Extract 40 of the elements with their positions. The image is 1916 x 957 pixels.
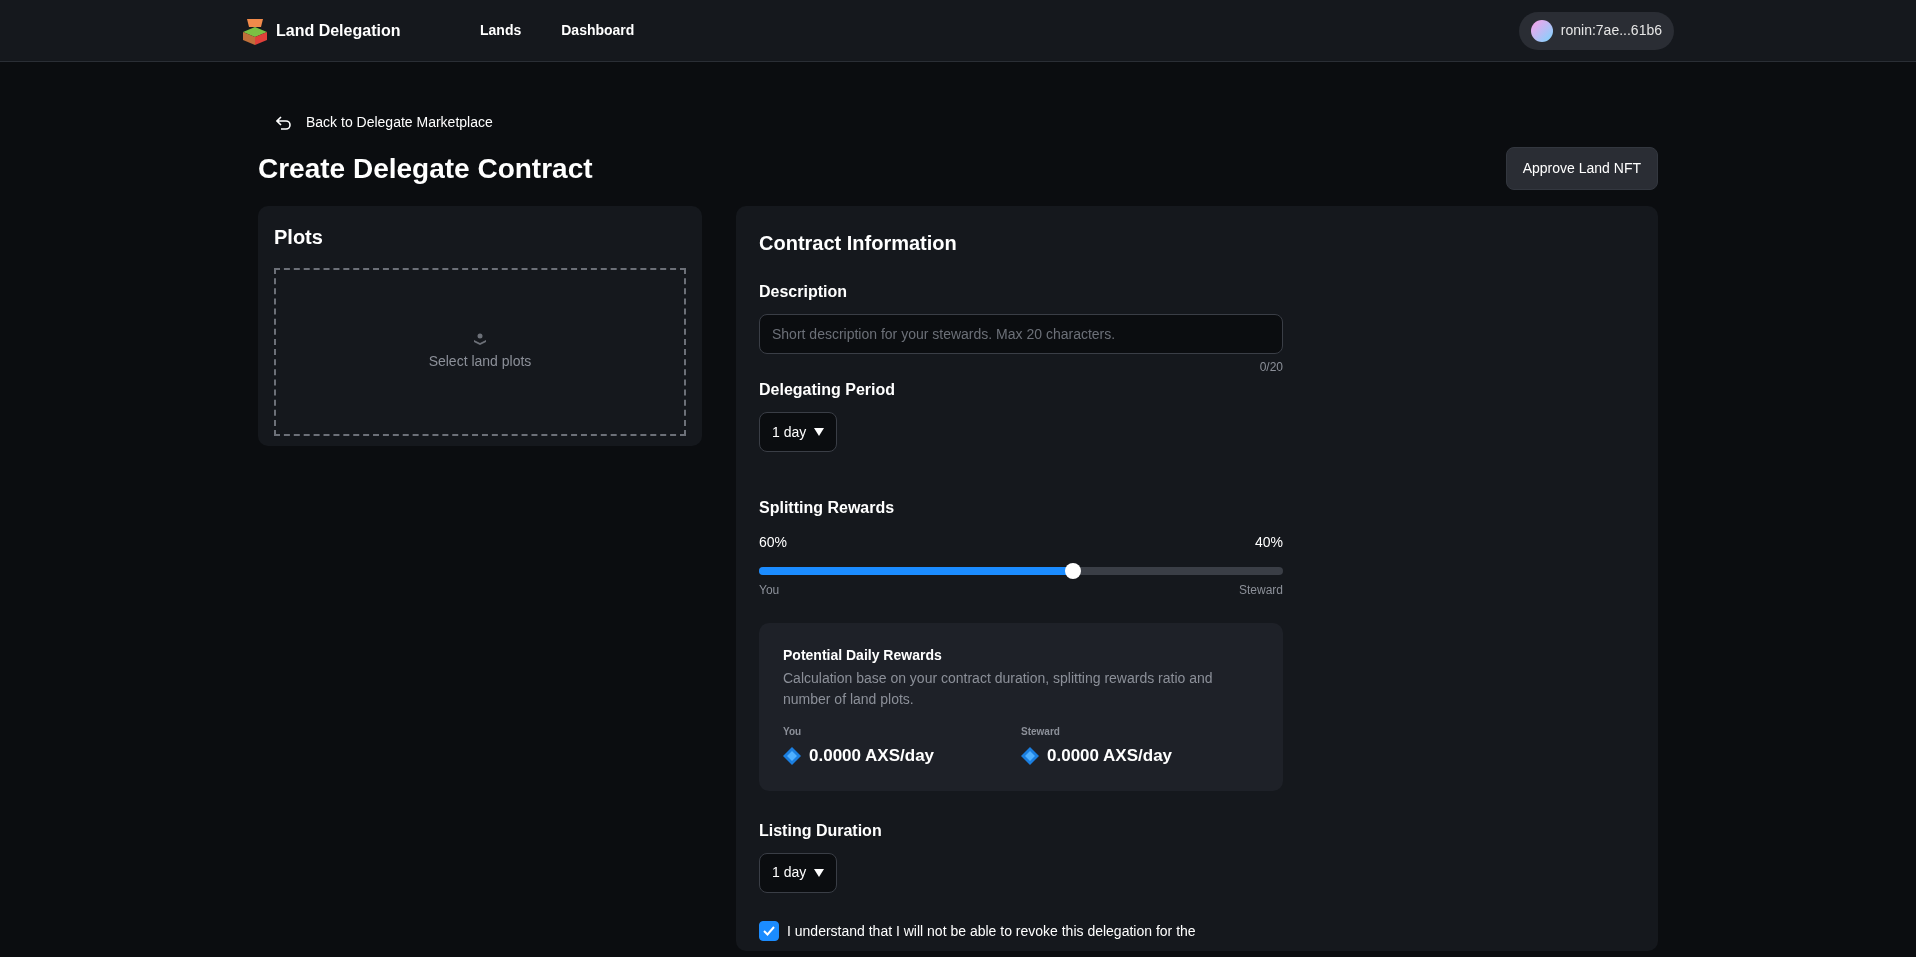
reward-label: You — [783, 725, 803, 739]
card-title: Plots — [274, 225, 324, 250]
caret-icon — [814, 868, 825, 877]
check-icon — [763, 926, 775, 936]
duration-dropdown[interactable]: 1 day — [759, 852, 838, 893]
char-counter: 0/20 — [1259, 360, 1283, 374]
card-title: Contract Information — [759, 231, 958, 256]
field-label: Description — [759, 282, 848, 302]
layers-icon — [473, 332, 487, 347]
percent-text: 40% — [1254, 533, 1283, 552]
page-title: Create Delegate Contract — [258, 151, 593, 186]
nav-link[interactable]: Dashboard — [553, 16, 643, 45]
back-arrow-icon — [276, 115, 292, 130]
panel-title: Potential Daily Rewards — [783, 646, 943, 665]
back-link[interactable]: Back to Delegate Marketplace — [306, 112, 493, 133]
field-label: Listing Duration — [759, 820, 883, 841]
period-dropdown[interactable]: 1 day — [759, 412, 838, 452]
slider-label: You — [759, 582, 780, 599]
nav-link[interactable]: Lands — [472, 16, 530, 45]
panel-note: Calculation base on your contract duration, splitting rewards ratio and number of land plots. — [783, 669, 1214, 709]
percent-text: 60% — [759, 533, 788, 552]
field-label: Delegating Period — [759, 380, 897, 400]
agreement-text: I understand that I will not be able to revoke this delegation for the — [787, 921, 1196, 941]
brand-name: Land Delegation — [276, 20, 401, 41]
agreement-checkbox[interactable] — [759, 921, 779, 941]
empty-text: Select land plots — [428, 351, 532, 371]
approve-button[interactable]: Approve Land NFT — [1505, 147, 1658, 190]
slider-thumb[interactable] — [1065, 563, 1082, 579]
token-icon — [1021, 746, 1039, 765]
reward-label: Steward — [1021, 725, 1061, 739]
plot-dropzone[interactable]: Select land plots — [274, 268, 686, 436]
slider-label: Steward — [1238, 582, 1283, 599]
reward-amount: 0.0000 AXS/day — [1047, 745, 1173, 767]
wallet-button[interactable]: ronin:7ae...61b6 — [1518, 11, 1674, 50]
avatar-icon — [1530, 19, 1553, 42]
description-field[interactable]: Short description for your stewards. Max 20 characters. — [759, 314, 1283, 354]
caret-icon — [814, 428, 825, 436]
reward-amount: 0.0000 AXS/day — [809, 745, 935, 767]
token-icon — [783, 746, 801, 765]
field-label: Splitting Rewards — [759, 498, 896, 518]
